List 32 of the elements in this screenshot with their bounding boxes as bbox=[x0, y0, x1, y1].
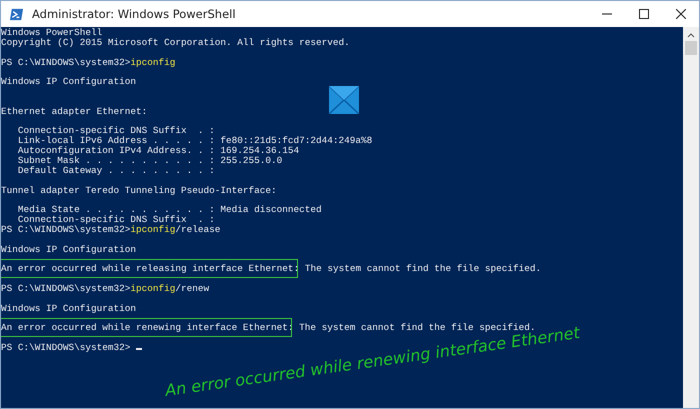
prompt-text: PS C:\WINDOWS\system32> bbox=[1, 224, 130, 235]
prompt-text: PS C:\WINDOWS\system32> bbox=[1, 282, 130, 294]
console-output: Copyright (C) 2015 Microsoft Corporation. All rights reserved. bbox=[1, 36, 350, 48]
console-output: Connection-specific DNS Suffix . : bbox=[16, 125, 215, 136]
console-output: Windows IP Configuration bbox=[1, 244, 136, 255]
scrollbar[interactable] bbox=[683, 27, 699, 408]
console-output: Link-local IPv6 Address . . . . . : fe80::21d5:fcd7:2d44:249a%8 bbox=[16, 135, 372, 146]
console-output: Tunnel adapter Teredo Tunneling Pseudo-Interface: bbox=[1, 184, 277, 196]
command-text: ipconfig bbox=[130, 56, 176, 68]
console-output: Windows IP Configuration bbox=[1, 302, 136, 314]
console-output: Windows PowerShell bbox=[1, 27, 102, 38]
console-output: Default Gateway . . . . . . . . . : bbox=[16, 164, 215, 176]
scroll-up-icon[interactable] bbox=[687, 32, 695, 38]
console-output: Windows IP Configuration bbox=[1, 76, 136, 88]
console-output: Subnet Mask . . . . . . . . . . . : 255.255.0.0 bbox=[16, 154, 282, 166]
scrollbar-thumb[interactable] bbox=[685, 41, 697, 55]
console-output: Ethernet adapter Ethernet: bbox=[1, 106, 148, 117]
console-output: Media State . . . . . . . . . . . : Media disconnected bbox=[16, 204, 322, 216]
command-text: ipconfig bbox=[130, 224, 176, 235]
command-argument: /release bbox=[175, 224, 220, 235]
prompt-text: PS C:\WINDOWS\system32> bbox=[1, 56, 130, 68]
console-output: Connection-specific DNS Suffix . : bbox=[16, 214, 215, 226]
maximize-icon bbox=[638, 9, 648, 19]
windows-logo-icon bbox=[329, 86, 359, 114]
console-output: : The system cannot find the file specified. bbox=[294, 263, 542, 274]
window-title: Administrator: Windows PowerShell bbox=[32, 7, 236, 21]
command-text: ipconfig bbox=[130, 282, 176, 294]
command-argument: /renew bbox=[175, 282, 210, 294]
console-output: Autoconfiguration IPv4 Address. . : 169.254.36.154 bbox=[16, 145, 300, 156]
prompt-text: PS C:\WINDOWS\system32> bbox=[1, 342, 130, 353]
close-icon bbox=[676, 9, 686, 19]
powershell-icon bbox=[9, 6, 24, 22]
